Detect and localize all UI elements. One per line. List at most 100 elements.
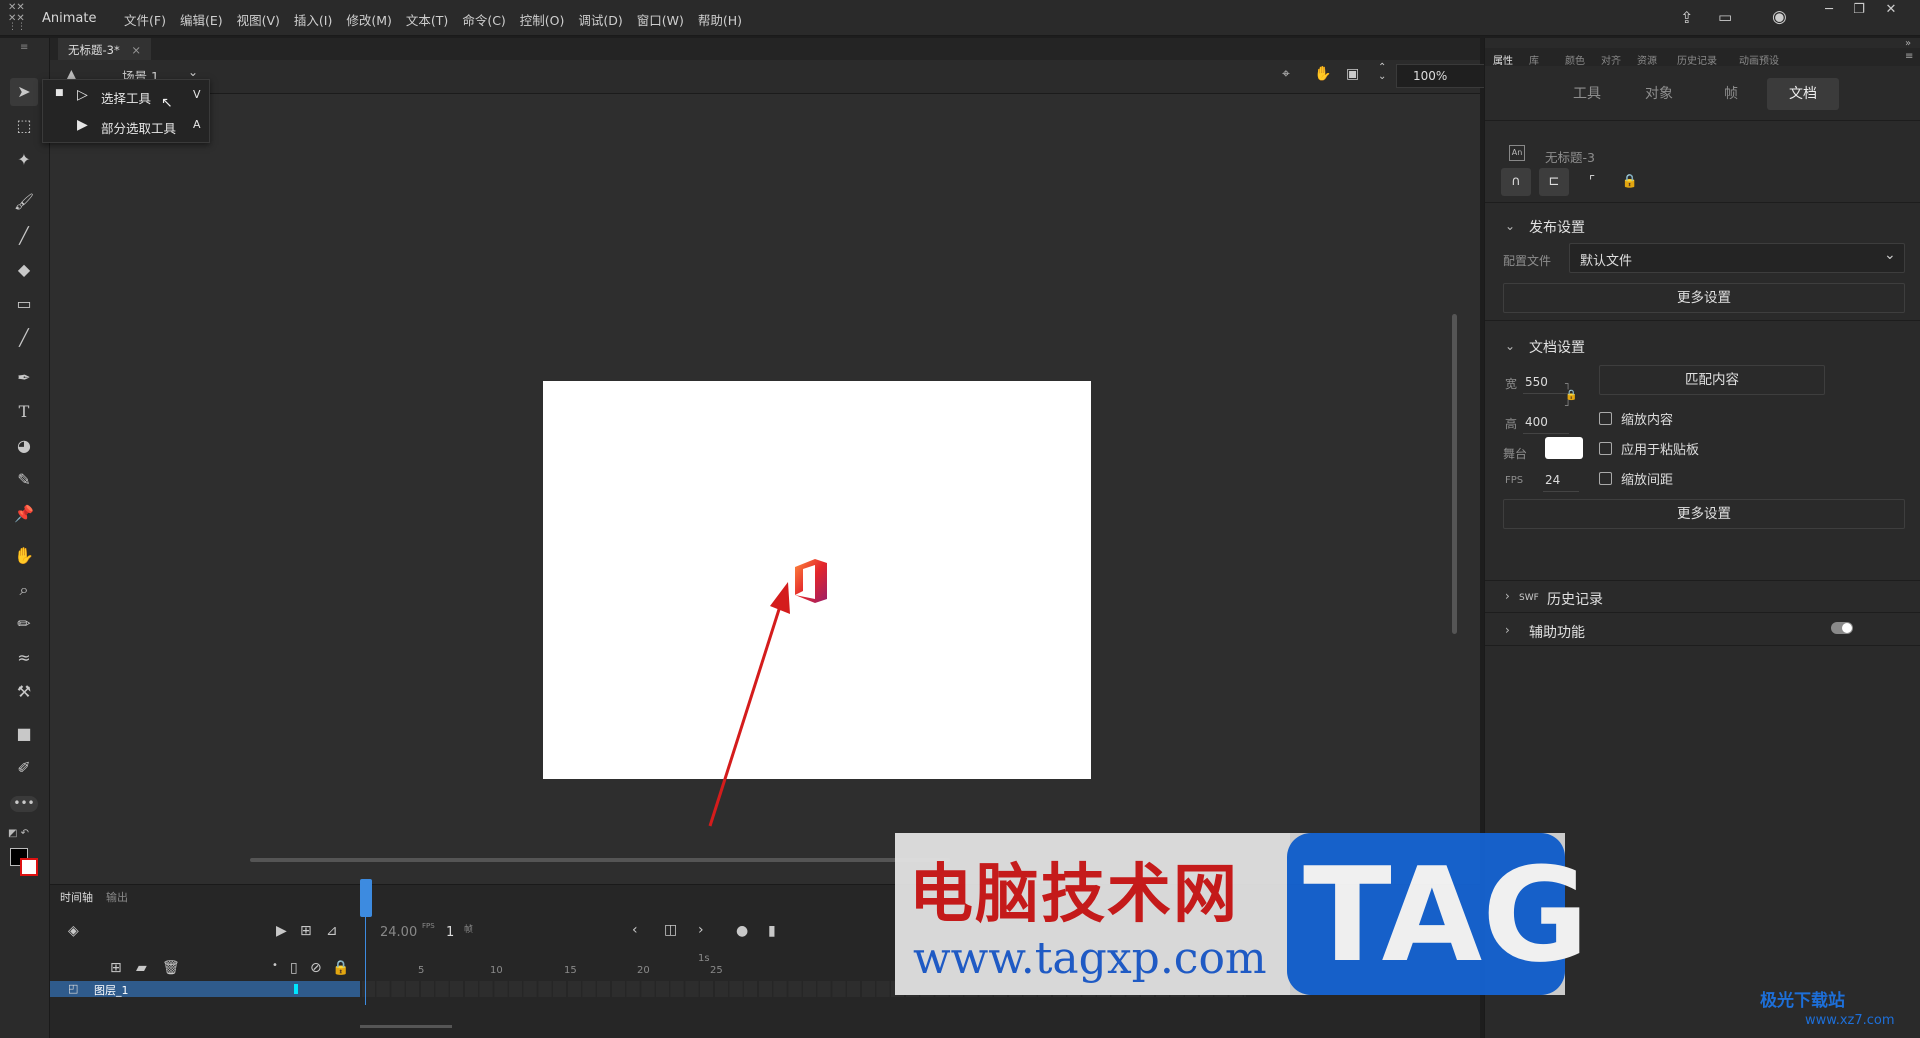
hand-tool-icon[interactable]: ✋ — [10, 542, 38, 570]
graph-icon[interactable]: ⊿ — [326, 923, 338, 939]
menu-commands[interactable]: 命令(C) — [462, 10, 505, 29]
doc-more-settings-button[interactable]: 更多设置 — [1503, 499, 1905, 529]
asset-warp-icon[interactable]: ✐ — [10, 754, 38, 782]
menu-control[interactable]: 控制(O) — [520, 10, 565, 29]
stage-canvas[interactable] — [543, 381, 1091, 779]
swf-history-section[interactable]: › SWF 历史记录 — [1485, 580, 1920, 612]
menu-view[interactable]: 视图(V) — [237, 10, 280, 29]
paint-bucket-icon[interactable]: ◕ — [10, 432, 38, 460]
layer-parenting-icon[interactable]: ⊞ — [300, 923, 312, 939]
magic-wand-icon[interactable]: ✦ — [10, 146, 38, 174]
tools-collapse-icon[interactable]: ≡ — [20, 42, 28, 53]
line-tool-icon[interactable]: ╱ — [10, 324, 38, 352]
timeline-scrollbar[interactable] — [360, 1025, 452, 1028]
profile-select[interactable]: 默认文件 ⌄ — [1569, 243, 1905, 273]
scene-dropdown-icon[interactable]: ⌄ — [188, 65, 198, 79]
visibility-icon[interactable]: ⊘ — [310, 960, 322, 976]
eyedropper-icon[interactable]: ✎ — [10, 466, 38, 494]
playhead[interactable] — [360, 879, 372, 917]
tab-output[interactable]: 输出 — [106, 889, 128, 905]
accessibility-section[interactable]: › 辅助功能 — [1485, 612, 1920, 646]
menu-text[interactable]: 文本(T) — [406, 10, 448, 29]
tab-properties[interactable]: 属性 — [1493, 52, 1513, 67]
layer-color-marker[interactable] — [294, 984, 298, 994]
rotate-stage-icon[interactable]: ✋ — [1314, 66, 1331, 82]
eraser-icon[interactable]: ◆ — [10, 256, 38, 284]
width-tool-icon[interactable]: ≈ — [10, 644, 38, 672]
insert-keyframe-icon[interactable]: ◫ — [664, 922, 677, 938]
camera-tool-icon[interactable]: ■ — [10, 720, 38, 748]
pin-tool-icon[interactable]: 📌 — [10, 500, 38, 528]
menu-edit[interactable]: 编辑(E) — [180, 10, 223, 29]
apply-pasteboard-checkbox[interactable] — [1599, 442, 1612, 455]
subtab-tool[interactable]: 工具 — [1551, 78, 1623, 110]
close-icon[interactable]: ✕ — [1878, 2, 1904, 22]
layers-icon[interactable]: ◈ — [68, 923, 79, 939]
chevron-down-icon[interactable]: ⌄ — [1505, 339, 1515, 353]
prev-keyframe-icon[interactable]: ‹ — [632, 922, 638, 938]
frame-readout[interactable]: 1 — [446, 925, 454, 940]
camera-icon[interactable]: ▶ — [276, 923, 287, 939]
width-value[interactable]: 550 — [1525, 375, 1548, 389]
outline-icon[interactable]: ▯ — [290, 960, 298, 976]
test-movie-icon[interactable]: ◉ — [1772, 7, 1787, 27]
fps-value[interactable]: 24 — [1545, 473, 1560, 487]
text-tool-icon[interactable]: T — [10, 398, 38, 426]
tab-motion-presets[interactable]: 动画预设 — [1739, 52, 1779, 67]
link-dimensions-icon[interactable]: ┐ 🔒 ┘ — [1565, 379, 1577, 412]
pencil-icon[interactable]: ✏ — [10, 610, 38, 638]
workspace-layout-icon[interactable]: ▭ — [1718, 8, 1732, 26]
publish-more-settings-button[interactable]: 更多设置 — [1503, 283, 1905, 313]
pen-tool-icon[interactable]: ✒ — [10, 364, 38, 392]
subtab-object[interactable]: 对象 — [1623, 78, 1695, 110]
swap-colors-icon[interactable]: ◩ ↶ — [8, 828, 29, 839]
menu-insert[interactable]: 插入(I) — [294, 10, 332, 29]
menu-file[interactable]: 文件(F) — [124, 10, 166, 29]
tab-assets[interactable]: 资源 — [1637, 52, 1657, 67]
paint-brush-icon[interactable]: 🖌 — [10, 188, 38, 216]
free-transform-tool-icon[interactable]: ⬚ — [10, 112, 38, 140]
chevron-down-icon[interactable]: ⌄ — [1505, 219, 1515, 233]
close-tab-icon[interactable]: × — [131, 43, 141, 57]
zoom-tool-icon[interactable]: ⌕ — [10, 576, 38, 604]
stage-color-swatch[interactable] — [1545, 437, 1583, 459]
more-tools-icon[interactable]: ••• — [10, 796, 38, 812]
panel-menu-icon[interactable]: ≡ — [1905, 51, 1913, 62]
tab-color[interactable]: 颜色 — [1565, 52, 1585, 67]
lock-icon[interactable]: 🔒 — [332, 960, 349, 976]
document-tab[interactable]: 无标题-3* × — [58, 38, 152, 60]
bone-tool-icon[interactable]: ⚒ — [10, 678, 38, 706]
guides-icon[interactable]: ⌜ — [1577, 168, 1607, 196]
panel-handle-icon[interactable]: ⋮⋮ — [8, 22, 38, 34]
onion-outline-icon[interactable]: ▮ — [768, 923, 776, 939]
scale-content-checkbox[interactable] — [1599, 412, 1612, 425]
new-layer-icon[interactable]: ⊞ — [110, 960, 122, 976]
next-keyframe-icon[interactable]: › — [698, 922, 704, 938]
tab-timeline[interactable]: 时间轴 — [60, 889, 93, 905]
restore-icon[interactable]: ❐ — [1846, 2, 1872, 22]
menu-help[interactable]: 帮助(H) — [698, 10, 742, 29]
zoom-stepper-icon[interactable]: ⌃ ⌄ — [1378, 63, 1386, 82]
fill-color-swatch[interactable] — [20, 858, 38, 876]
fps-readout[interactable]: 24.00 — [380, 925, 417, 940]
center-stage-icon[interactable]: ⌖ — [1282, 66, 1290, 82]
highlight-dot-icon[interactable]: • — [272, 960, 278, 971]
minimize-icon[interactable]: ─ — [1816, 2, 1842, 22]
scale-spacing-checkbox[interactable] — [1599, 472, 1612, 485]
workspace-grid-icon[interactable]: ✕✕ ✕✕ — [8, 2, 25, 24]
layer-row[interactable]: ◰ 图层_1 — [50, 981, 360, 997]
selection-tool-icon[interactable]: ➤ — [10, 78, 38, 106]
tab-history[interactable]: 历史记录 — [1677, 52, 1717, 67]
flyout-item-selection[interactable]: ■ ▷ 选择工具 V — [43, 82, 211, 112]
lock-guides-icon[interactable]: 🔒 — [1615, 168, 1645, 196]
tab-library[interactable]: 库 — [1529, 52, 1539, 67]
onion-skin-icon[interactable]: ● — [736, 923, 748, 939]
new-folder-icon[interactable]: ▰ — [136, 960, 147, 976]
brush-tool-icon[interactable]: ╱ — [10, 222, 38, 250]
accessibility-toggle[interactable] — [1831, 622, 1853, 634]
menu-window[interactable]: 窗口(W) — [637, 10, 684, 29]
subtab-frame[interactable]: 帧 — [1695, 78, 1767, 110]
height-value[interactable]: 400 — [1525, 415, 1548, 429]
horizontal-scrollbar[interactable] — [250, 858, 950, 862]
share-icon[interactable]: ⇪ — [1680, 8, 1693, 27]
